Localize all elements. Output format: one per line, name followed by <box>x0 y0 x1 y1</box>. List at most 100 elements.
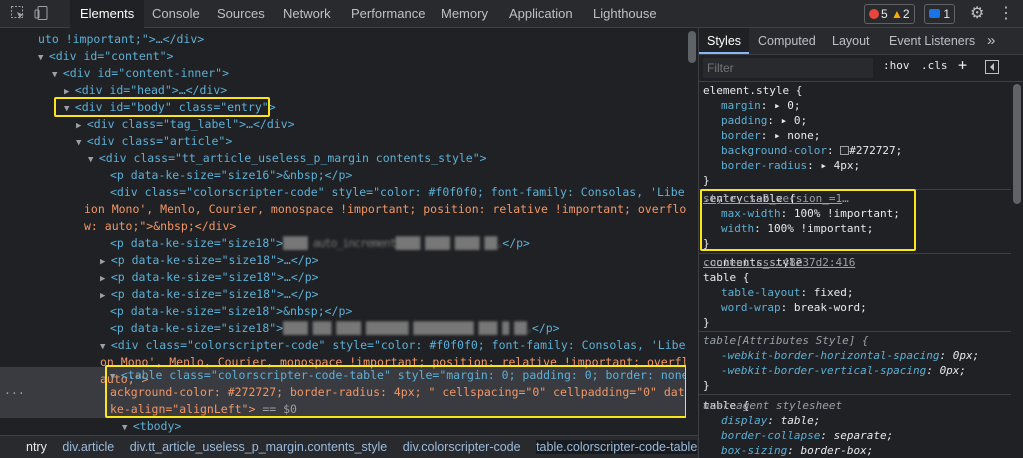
rule-close: } <box>703 174 710 187</box>
node-actions-ellipsis[interactable]: ··· <box>4 385 25 402</box>
error-warning-counter[interactable]: 5 ▲2 <box>864 4 915 24</box>
rule-selector[interactable]: table { <box>703 270 749 285</box>
dom-line[interactable]: ▼ <div id="content-inner"> <box>52 65 698 82</box>
collapse-arrow-icon[interactable]: ▶ <box>76 121 87 131</box>
blurred-text: ████ ███ ████ ███████ ██████████ ███ █ █… <box>283 321 533 335</box>
prop-name: box-sizing <box>721 444 788 457</box>
collapse-arrow-icon[interactable]: ▶ <box>100 291 111 301</box>
tab-performance[interactable]: Performance <box>341 0 435 28</box>
tab-elements[interactable]: Elements <box>70 0 145 28</box>
breadcrumb-item[interactable]: ntry <box>26 440 47 454</box>
error-count: 5 <box>881 7 888 21</box>
breadcrumb-item[interactable]: div.colorscripter-code <box>403 440 521 454</box>
blurred-text: ████ auto_increment████ ████ ████ ██. <box>283 236 503 250</box>
highlight-box-entry-table <box>700 189 916 251</box>
expand-arrow-icon[interactable]: ▼ <box>88 155 99 165</box>
highlight-box-table <box>105 365 687 418</box>
dom-text: <p data-ke-size="size18">…</p> <box>110 270 319 284</box>
dom-line[interactable]: <p data-ke-size="size18">&nbsp;</p> <box>110 303 698 320</box>
prop-value: ▸ 4px; <box>820 159 861 172</box>
dom-line[interactable]: w: auto;">&nbsp;</div> <box>84 218 698 235</box>
style-prop: -webkit-border-horizontal-spacing: 0px; <box>721 349 980 362</box>
dom-line[interactable]: ▼ <div id="content"> <box>38 48 698 65</box>
dom-line[interactable]: <p data-ke-size="size16">&nbsp;</p> <box>110 167 698 184</box>
styles-filter-input[interactable] <box>703 58 873 78</box>
dom-line[interactable]: ▶ <p data-ke-size="size18">…</p> <box>100 252 698 269</box>
tab-lighthouse[interactable]: Lighthouse <box>583 0 667 28</box>
toggle-sidebar-icon[interactable] <box>985 60 999 77</box>
issues-counter[interactable]: 1 <box>924 4 956 24</box>
rule-source-link[interactable]: content.css…48237d2:416 <box>703 255 1007 270</box>
cls-button[interactable]: .cls <box>921 59 948 72</box>
dom-scrollbar[interactable] <box>686 29 698 435</box>
dom-line[interactable]: ▶ <div class="tag_label">…</div> <box>76 116 698 133</box>
prop-value: break-word; <box>793 301 867 314</box>
dom-line[interactable]: ▶ <p data-ke-size="size18">…</p> <box>100 286 698 303</box>
expand-arrow-icon[interactable]: ▼ <box>76 138 87 148</box>
tab-network[interactable]: Network <box>273 0 341 28</box>
expand-arrow-icon[interactable]: ▼ <box>100 342 111 352</box>
expand-arrow-icon[interactable]: ▼ <box>38 53 49 63</box>
prop-value: table; <box>780 414 821 427</box>
dom-line[interactable]: ▼ <div class="article"> <box>76 133 698 150</box>
tab-memory[interactable]: Memory <box>431 0 498 28</box>
warning-count: 2 <box>902 7 910 21</box>
tab-layout[interactable]: Layout <box>824 28 878 54</box>
dom-line[interactable]: ion Mono', Menlo, Courier, monospace !im… <box>84 201 698 218</box>
error-icon <box>869 9 879 19</box>
devtools-toolbar: Elements Console Sources Network Perform… <box>0 0 1023 28</box>
tab-sources[interactable]: Sources <box>207 0 275 28</box>
prop-name: border-radius <box>721 159 808 172</box>
style-prop[interactable]: border: ▸ none; <box>721 128 820 143</box>
dom-line[interactable]: ▼ <div class="colorscripter-code" style=… <box>100 337 698 354</box>
style-prop[interactable]: border-radius: ▸ 4px; <box>721 158 860 173</box>
dom-line[interactable]: <p data-ke-size="size18">████ auto_incre… <box>110 235 698 252</box>
dom-line[interactable]: ▼ <div class="tt_article_useless_p_margi… <box>88 150 698 167</box>
prop-value: ▸ 0; <box>780 114 808 127</box>
style-prop[interactable]: table-layout: fixed; <box>721 285 853 300</box>
style-prop[interactable]: margin: ▸ 0; <box>721 98 801 113</box>
rule-close: } <box>703 379 710 392</box>
dom-text: <div class="tag_label">…</div> <box>86 117 295 131</box>
tab-computed[interactable]: Computed <box>750 28 824 54</box>
styles-scrollbar[interactable] <box>1011 82 1023 458</box>
color-swatch-icon[interactable] <box>840 146 850 155</box>
inspect-element-icon[interactable] <box>10 5 28 23</box>
expand-arrow-icon[interactable]: ▼ <box>52 70 63 80</box>
rule-close: } <box>703 316 710 329</box>
tab-styles[interactable]: Styles <box>699 28 750 54</box>
breadcrumb-item[interactable]: div.tt_article_useless_p_margin.contents… <box>130 440 388 454</box>
collapse-arrow-icon[interactable]: ▶ <box>100 257 111 267</box>
style-prop[interactable]: background-color: #272727; <box>721 143 902 158</box>
dom-line[interactable]: <div class="colorscripter-code" style="c… <box>110 184 698 201</box>
dom-line[interactable]: ▶ <p data-ke-size="size18">…</p> <box>100 269 698 286</box>
style-prop[interactable]: padding: ▸ 0; <box>721 113 807 128</box>
dom-line[interactable]: uto !important;">…</div> <box>38 31 698 48</box>
styles-pane: Styles Computed Layout Event Listeners »… <box>699 28 1023 458</box>
dom-text: <div id="content-inner"> <box>62 66 230 80</box>
gear-icon[interactable]: ⚙ <box>970 5 988 23</box>
prop-name: border-collapse <box>721 429 821 442</box>
collapse-arrow-icon[interactable]: ▶ <box>64 87 75 97</box>
dom-text: <tbody> <box>132 419 182 433</box>
breadcrumb-item[interactable]: div.article <box>62 440 114 454</box>
more-options-icon[interactable]: ⋮ <box>998 5 1016 23</box>
tab-application[interactable]: Application <box>499 0 583 28</box>
dom-text: ion Mono', Menlo, Courier, monospace !im… <box>84 202 687 216</box>
prop-name: -webkit-border-vertical-spacing <box>721 364 927 377</box>
more-tabs-icon[interactable]: » <box>979 28 1003 54</box>
expand-arrow-icon[interactable]: ▼ <box>122 423 133 433</box>
tab-console[interactable]: Console <box>142 0 210 28</box>
dom-line[interactable]: <p data-ke-size="size18">████ ███ ████ █… <box>110 320 698 337</box>
add-rule-icon[interactable]: + <box>958 56 967 74</box>
breadcrumb-item-selected[interactable]: table.colorscripter-code-table <box>536 440 698 454</box>
collapse-arrow-icon[interactable]: ▶ <box>100 274 111 284</box>
rule-selector[interactable]: element.style { <box>703 83 802 98</box>
style-prop[interactable]: word-wrap: break-word; <box>721 300 867 315</box>
prop-name: table-layout <box>721 286 801 299</box>
prop-name: background-color <box>721 144 827 157</box>
tab-event-listeners[interactable]: Event Listeners <box>881 28 983 54</box>
hov-button[interactable]: :hov <box>883 59 910 72</box>
device-toolbar-icon[interactable] <box>34 5 52 23</box>
dom-line[interactable]: ▼ <tbody> <box>122 418 698 435</box>
